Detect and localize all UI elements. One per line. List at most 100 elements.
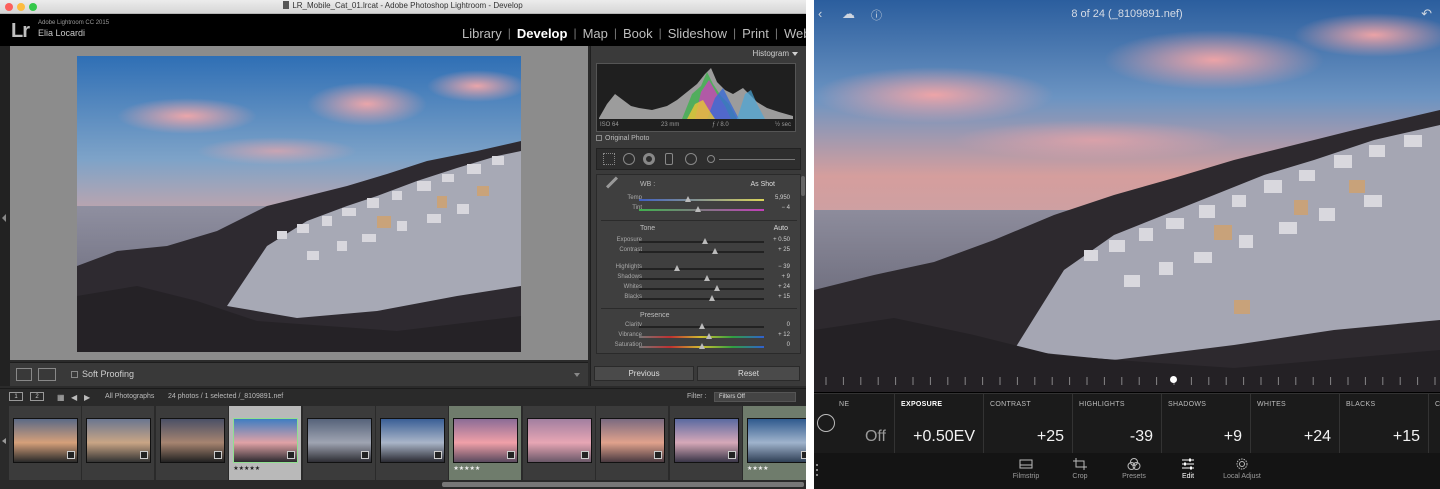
previous-button[interactable]: Previous bbox=[594, 366, 694, 381]
saturation-thumb[interactable] bbox=[698, 343, 705, 349]
before-after-button[interactable] bbox=[38, 368, 56, 381]
whites-slider[interactable]: Whites + 24 bbox=[597, 284, 802, 294]
source-label[interactable]: All Photographs bbox=[105, 393, 154, 400]
adjustment-c[interactable]: C bbox=[1429, 394, 1440, 454]
vibrance-value[interactable]: + 12 bbox=[778, 332, 790, 338]
exposure-slider[interactable]: Exposure + 0.50 bbox=[597, 237, 802, 247]
filmstrip-thumbnail[interactable]: ★★★★★ bbox=[449, 406, 523, 480]
tint-value[interactable]: − 4 bbox=[781, 205, 790, 211]
undo-icon[interactable]: ↶ bbox=[1421, 6, 1432, 22]
shadows-slider[interactable]: Shadows + 9 bbox=[597, 274, 802, 284]
reset-button[interactable]: Reset bbox=[697, 366, 800, 381]
eyedropper-icon[interactable] bbox=[605, 176, 619, 189]
vibrance-slider[interactable]: Vibrance + 12 bbox=[597, 332, 802, 342]
adjustment-highlights[interactable]: HIGHLIGHTS -39 bbox=[1073, 394, 1162, 454]
nav-edit[interactable]: Edit bbox=[1160, 458, 1216, 480]
forward-arrow-icon[interactable]: ▶ bbox=[84, 393, 90, 402]
temp-thumb[interactable] bbox=[684, 196, 691, 202]
highlights-slider[interactable]: Highlights − 39 bbox=[597, 264, 802, 274]
clarity-value[interactable]: 0 bbox=[787, 322, 790, 328]
filmstrip-thumbnail[interactable] bbox=[82, 406, 156, 480]
highlights-thumb[interactable] bbox=[673, 265, 680, 271]
histogram-header[interactable]: Histogram bbox=[591, 46, 806, 62]
saturation-value[interactable]: 0 bbox=[787, 342, 790, 348]
auto-tone-button[interactable]: Auto bbox=[774, 225, 788, 232]
module-slideshow[interactable]: Slideshow bbox=[662, 26, 733, 41]
ruler-indicator[interactable] bbox=[1170, 376, 1177, 383]
filmstrip-thumbnail[interactable] bbox=[596, 406, 670, 480]
adjustment-contrast[interactable]: CONTRAST +25 bbox=[984, 394, 1073, 454]
blacks-thumb[interactable] bbox=[708, 295, 715, 301]
wb-dropdown[interactable]: As Shot bbox=[750, 181, 775, 188]
contrast-value[interactable]: + 25 bbox=[778, 247, 790, 253]
panel-scrollbar[interactable] bbox=[801, 176, 805, 196]
clarity-slider[interactable]: Clarity 0 bbox=[597, 322, 802, 332]
module-web[interactable]: Web bbox=[778, 26, 806, 41]
more-options-icon[interactable] bbox=[816, 463, 818, 476]
adjustment-ne[interactable]: NE Off bbox=[814, 394, 895, 454]
star-rating[interactable]: ★★★★★ bbox=[453, 465, 480, 472]
filmstrip-thumbnail[interactable] bbox=[9, 406, 82, 480]
adjustment-whites[interactable]: WHITES +24 bbox=[1251, 394, 1340, 454]
filmstrip-thumbnail[interactable] bbox=[376, 406, 449, 480]
filmstrip-thumbnail[interactable]: ★★★★ bbox=[743, 406, 806, 480]
back-arrow-icon[interactable]: ◀ bbox=[71, 393, 77, 402]
temp-slider[interactable]: Temp 5,950 bbox=[597, 195, 802, 205]
whites-thumb[interactable] bbox=[713, 285, 720, 291]
whites-value[interactable]: + 24 bbox=[778, 284, 790, 290]
exposure-thumb[interactable] bbox=[702, 238, 709, 244]
filmstrip-thumbnail[interactable]: ★★★★★ bbox=[229, 406, 303, 480]
adjustment-blacks[interactable]: BLACKS +15 bbox=[1340, 394, 1429, 454]
shadows-value[interactable]: + 9 bbox=[781, 274, 790, 280]
adjustment-shadows[interactable]: SHADOWS +9 bbox=[1162, 394, 1251, 454]
filmstrip-thumbnail[interactable] bbox=[669, 406, 743, 480]
filmstrip-thumbnail[interactable] bbox=[155, 406, 229, 480]
radial-filter-icon[interactable] bbox=[685, 153, 697, 165]
contrast-thumb[interactable] bbox=[712, 248, 719, 254]
exposure-value[interactable]: + 0.50 bbox=[773, 237, 790, 243]
left-panel-toggle[interactable] bbox=[0, 46, 10, 386]
temp-value[interactable]: 5,950 bbox=[775, 195, 790, 201]
highlights-value[interactable]: − 39 bbox=[778, 264, 790, 270]
original-photo-checkbox[interactable] bbox=[596, 135, 602, 141]
module-develop[interactable]: Develop bbox=[511, 26, 574, 41]
nav-local-adjust[interactable]: Local Adjust bbox=[1214, 458, 1270, 480]
adjustment-brush-icon[interactable] bbox=[707, 155, 715, 163]
red-eye-icon[interactable] bbox=[643, 153, 655, 165]
histogram[interactable]: ISO 64 23 mm ƒ / 8.0 ½ sec bbox=[596, 63, 796, 132]
adjustment-exposure[interactable]: EXPOSURE +0.50EV bbox=[895, 394, 984, 454]
nav-crop[interactable]: Crop bbox=[1052, 458, 1108, 480]
value-ruler[interactable] bbox=[814, 372, 1440, 392]
blacks-value[interactable]: + 15 bbox=[778, 294, 790, 300]
grid-icon[interactable]: ▦ bbox=[57, 393, 65, 402]
saturation-slider[interactable]: Saturation 0 bbox=[597, 342, 802, 352]
spot-removal-icon[interactable] bbox=[623, 153, 635, 165]
blacks-slider[interactable]: Blacks + 15 bbox=[597, 294, 802, 304]
module-map[interactable]: Map bbox=[577, 26, 614, 41]
tint-thumb[interactable] bbox=[694, 206, 701, 212]
module-library[interactable]: Library bbox=[456, 26, 508, 41]
filmstrip-scroll-left-icon[interactable] bbox=[2, 438, 6, 444]
star-rating[interactable]: ★★★★★ bbox=[233, 465, 260, 472]
window-1-button[interactable]: 1 bbox=[9, 392, 23, 401]
filmstrip-thumbnail[interactable] bbox=[302, 406, 376, 480]
filmstrip-scrollbar[interactable] bbox=[442, 482, 804, 487]
clarity-thumb[interactable] bbox=[698, 323, 705, 329]
filmstrip-thumbnail[interactable] bbox=[522, 406, 596, 480]
graduated-filter-icon[interactable] bbox=[665, 153, 673, 165]
filter-dropdown[interactable]: Filters Off bbox=[714, 392, 796, 402]
contrast-slider[interactable]: Contrast + 25 bbox=[597, 247, 802, 257]
vibrance-thumb[interactable] bbox=[706, 333, 712, 339]
nav-presets[interactable]: Presets bbox=[1106, 458, 1162, 480]
toolbar-menu-icon[interactable] bbox=[574, 373, 580, 377]
window-2-button[interactable]: 2 bbox=[30, 392, 44, 401]
module-book[interactable]: Book bbox=[617, 26, 659, 41]
nav-filmstrip[interactable]: Filmstrip bbox=[998, 458, 1054, 480]
tint-slider[interactable]: Tint − 4 bbox=[597, 205, 802, 215]
star-rating[interactable]: ★★★★ bbox=[747, 465, 769, 472]
shadows-thumb[interactable] bbox=[703, 275, 710, 281]
module-print[interactable]: Print bbox=[736, 26, 775, 41]
loupe-view-button[interactable] bbox=[16, 368, 32, 381]
original-photo-toggle[interactable]: Original Photo bbox=[596, 135, 649, 142]
soft-proofing-checkbox[interactable] bbox=[71, 371, 78, 378]
